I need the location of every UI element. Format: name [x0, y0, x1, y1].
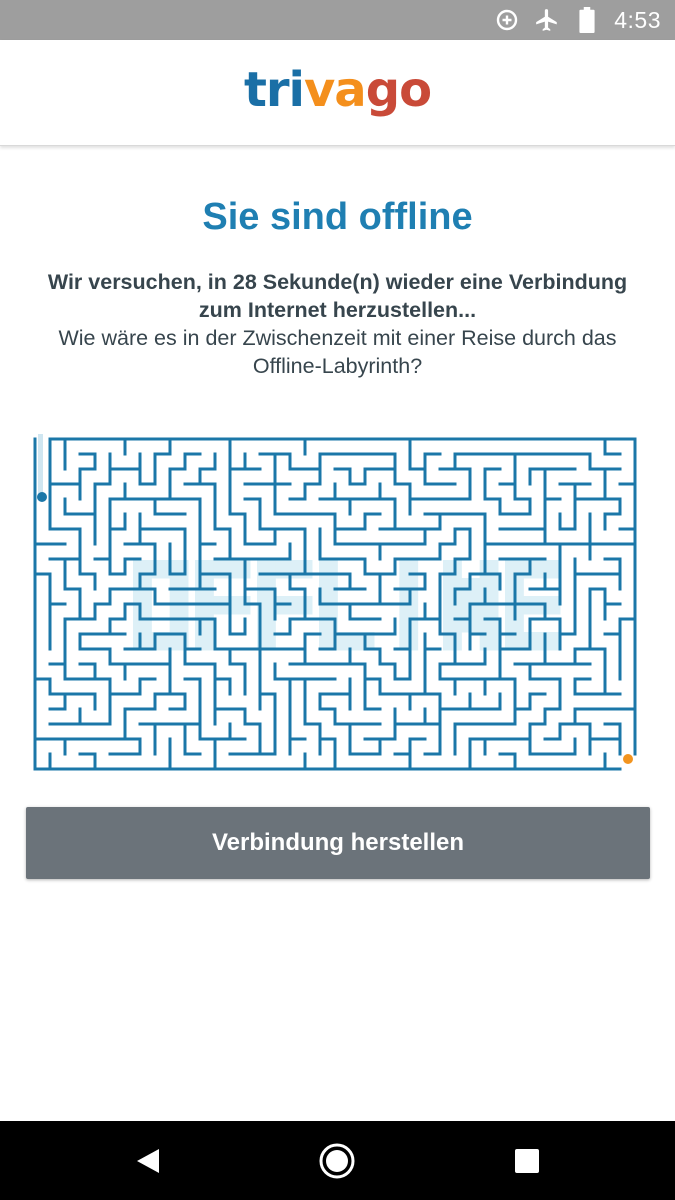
recents-icon: [515, 1148, 539, 1173]
airplane-mode-icon: [534, 7, 560, 33]
status-bar: 4:53: [0, 0, 675, 40]
maze-letter-block: [479, 560, 499, 579]
maze-goal-marker: [623, 754, 633, 764]
offline-message: Wir versuchen, in 28 Sekunde(n) wieder e…: [30, 268, 645, 380]
maze-player-marker: [37, 492, 47, 502]
maze-letter-block: [231, 560, 251, 579]
home-button[interactable]: [297, 1121, 377, 1200]
maze-start-trail: [38, 434, 43, 494]
app-header: trivago: [0, 40, 675, 146]
maze-letter-block: [523, 560, 543, 579]
maze-letter-block: [195, 578, 214, 597]
back-icon: [137, 1148, 159, 1173]
maze-letter-block: [293, 560, 313, 579]
maze-letter-block: [133, 560, 152, 579]
maze-letter-block: [169, 578, 189, 597]
maze-letter-block: [257, 578, 276, 597]
maze-letter-block: [257, 560, 276, 579]
page-title: Sie sind offline: [202, 196, 473, 238]
logo-part-tri: tri: [243, 62, 305, 118]
offline-maze[interactable]: [30, 434, 646, 776]
maze-canvas[interactable]: [30, 434, 646, 776]
logo-part-go: go: [365, 62, 432, 118]
back-button[interactable]: [108, 1121, 188, 1200]
maze-letter-block: [319, 578, 338, 597]
maze-letter-block: [319, 560, 338, 579]
maze-letter-block: [443, 578, 462, 597]
maze-letter-block: [133, 578, 152, 597]
data-saver-icon: [494, 7, 520, 33]
maze-letter-block: [443, 560, 462, 579]
maze-letter-block: [195, 560, 214, 579]
recents-button[interactable]: [487, 1121, 567, 1200]
maze-letter-block: [293, 596, 313, 615]
maze-letter-block: [443, 596, 462, 615]
maze-letter-block: [195, 614, 214, 633]
trivago-logo[interactable]: trivago: [0, 62, 675, 118]
system-nav-bar: [0, 1121, 675, 1200]
maze-walls: [33, 437, 637, 771]
maze-letter-block: [479, 578, 499, 597]
battery-icon: [574, 7, 600, 33]
maze-letter-block: [443, 614, 462, 633]
maze-letter-block: [479, 614, 499, 633]
maze-letter-block: [399, 560, 419, 579]
reconnect-countdown-text: Wir versuchen, in 28 Sekunde(n) wieder e…: [47, 270, 628, 322]
status-time: 4:53: [614, 6, 661, 33]
maze-letter-block: [169, 614, 189, 633]
maze-letter-block: [133, 614, 152, 633]
connect-button[interactable]: Verbindung herstellen: [26, 807, 650, 879]
logo-part-va: va: [304, 62, 367, 118]
maze-invitation-text: Wie wäre es in der Zwischenzeit mit eine…: [58, 326, 617, 378]
status-icons: 4:53: [494, 0, 661, 40]
home-icon: [319, 1143, 355, 1178]
